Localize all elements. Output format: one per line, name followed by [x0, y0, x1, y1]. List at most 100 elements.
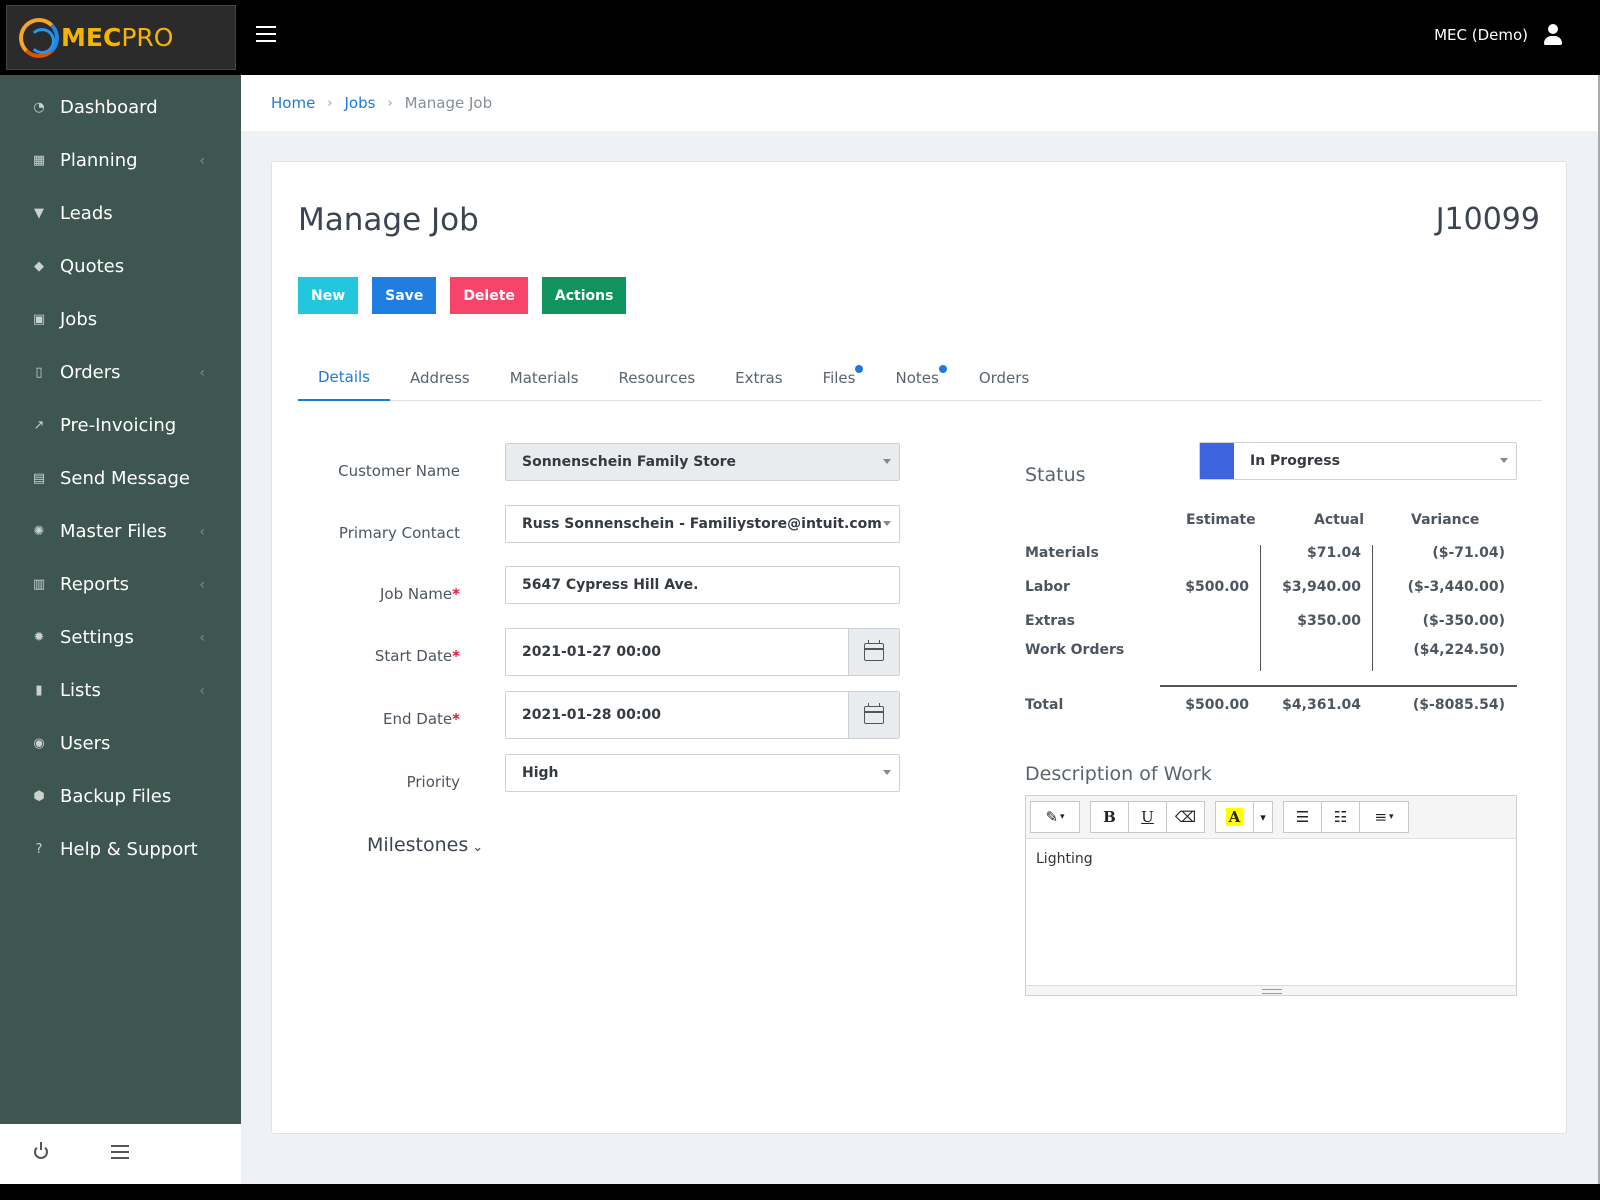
cost-variance: ($-350.00)	[1422, 613, 1505, 629]
clipboard-icon: ▯	[35, 365, 43, 380]
cost-name: Labor	[1025, 579, 1070, 595]
power-icon[interactable]	[34, 1142, 48, 1159]
priority-label: Priority	[406, 773, 460, 791]
tab-details[interactable]: Details	[298, 355, 391, 401]
tab-address[interactable]: Address	[390, 355, 490, 401]
sidebar-item-pre-invoicing[interactable]: ↗ Pre-Invoicing	[0, 399, 241, 452]
tab-label: Resources	[618, 369, 696, 387]
gear-icon: ✹	[33, 630, 45, 645]
user-circle-icon: ◉	[33, 736, 45, 751]
description-text-area[interactable]: Lighting	[1026, 839, 1516, 985]
required-mark: *	[452, 710, 460, 728]
milestones-toggle[interactable]: Milestones ⌄	[367, 834, 483, 856]
sidebar-item-backup-files[interactable]: ⬢ Backup Files	[0, 770, 241, 823]
start-date-calendar-button[interactable]	[848, 629, 899, 675]
resize-handle[interactable]	[1026, 985, 1516, 995]
numbered-list-icon: ☷	[1333, 808, 1348, 826]
end-date-calendar-button[interactable]	[848, 692, 899, 738]
customer-name-select[interactable]: Sonnenschein Family Store	[505, 443, 900, 481]
sidebar-item-leads[interactable]: ▼ Leads	[0, 187, 241, 240]
sidebar-item-label: Quotes	[60, 256, 125, 277]
sidebar-item-users[interactable]: ◉ Users	[0, 717, 241, 770]
cost-row: Labor $500.00 $3,940.00 ($-3,440.00)	[1025, 579, 1517, 599]
tab-resources[interactable]: Resources	[599, 355, 716, 401]
user-name: MEC (Demo)	[1434, 26, 1528, 44]
description-label: Description of Work	[1025, 763, 1212, 785]
caret-down-icon	[883, 521, 891, 526]
tab-files[interactable]: Files	[803, 355, 876, 401]
tab-bar: Details Address Materials Resources Extras Fi…	[298, 355, 1542, 401]
required-mark: *	[452, 647, 460, 665]
cost-actual: $350.00	[1297, 613, 1361, 629]
actions-button[interactable]: Actions	[541, 277, 627, 314]
status-select[interactable]: In Progress	[1199, 442, 1517, 480]
sidebar-item-label: Master Files	[60, 521, 167, 542]
paragraph-align-button[interactable]: ≡ ▾	[1359, 801, 1409, 833]
sidebar-item-label: Users	[60, 733, 111, 754]
menu-toggle-icon[interactable]	[256, 26, 276, 44]
shield-icon: ⬢	[33, 789, 45, 804]
breadcrumb-jobs[interactable]: Jobs	[345, 94, 376, 112]
end-date-value: 2021-01-28 00:00	[522, 707, 661, 723]
sidebar-item-label: Lists	[60, 680, 101, 701]
caret-down-icon	[883, 770, 891, 775]
breadcrumb-separator: ›	[327, 95, 333, 111]
delete-button[interactable]: Delete	[450, 277, 528, 314]
tab-label: Notes	[895, 369, 939, 387]
sidebar-item-label: Settings	[60, 627, 134, 648]
total-row: Total $500.00 $4,361.04 ($-8085.54)	[1025, 697, 1517, 717]
new-button[interactable]: New	[298, 277, 359, 314]
chevron-down-icon: ⌄	[472, 840, 484, 855]
sidebar-item-quotes[interactable]: ◆ Quotes	[0, 240, 241, 293]
question-icon: ?	[35, 842, 43, 857]
primary-contact-label: Primary Contact	[338, 524, 460, 542]
status-color-swatch	[1200, 443, 1234, 479]
sidebar-item-lists[interactable]: ▮ Lists ‹	[0, 664, 241, 717]
sidebar-item-label: Dashboard	[60, 97, 158, 118]
color-dropdown-button[interactable]: ▾	[1253, 801, 1273, 833]
main-content: Home › Jobs › Manage Job Manage Job J100…	[241, 75, 1600, 1184]
user-icon[interactable]	[1542, 24, 1564, 46]
status-value: In Progress	[1250, 453, 1340, 469]
primary-contact-select[interactable]: Russ Sonnenschein - Familiystore@intuit.…	[505, 505, 900, 543]
column-divider	[1260, 545, 1261, 671]
underline-button[interactable]: U	[1128, 801, 1167, 833]
tab-notes[interactable]: Notes	[875, 355, 958, 401]
description-editor: ✎ ▾ B U ⌫ A ▾ ☰ ☷ ≡ ▾ Lighting	[1025, 795, 1517, 996]
sidebar-item-dashboard[interactable]: ◔ Dashboard	[0, 81, 241, 134]
bullet-list-button[interactable]: ☰	[1283, 801, 1322, 833]
tab-orders[interactable]: Orders	[959, 355, 1049, 401]
save-button[interactable]: Save	[372, 277, 437, 314]
brand-logo[interactable]: MECPRO	[6, 5, 236, 70]
magic-style-button[interactable]: ✎ ▾	[1030, 801, 1080, 833]
sidebar-item-reports[interactable]: ▥ Reports ‹	[0, 558, 241, 611]
end-date-input[interactable]: 2021-01-28 00:00	[505, 691, 900, 739]
priority-value: High	[522, 765, 559, 781]
user-menu[interactable]: MEC (Demo)	[1434, 24, 1564, 46]
job-name-input[interactable]: 5647 Cypress Hill Ave.	[505, 566, 900, 604]
calendar-icon	[864, 640, 884, 661]
sidebar-item-jobs[interactable]: ▣ Jobs	[0, 293, 241, 346]
sidebar-item-master-files[interactable]: ✺ Master Files ‹	[0, 505, 241, 558]
align-icon: ≡	[1374, 808, 1388, 826]
caret-down-icon: ▾	[1260, 810, 1266, 824]
tab-extras[interactable]: Extras	[715, 355, 802, 401]
sidebar-item-planning[interactable]: ▦ Planning ‹	[0, 134, 241, 187]
breadcrumb-home[interactable]: Home	[271, 94, 315, 112]
sidebar-item-settings[interactable]: ✹ Settings ‹	[0, 611, 241, 664]
eraser-button[interactable]: ⌫	[1166, 801, 1205, 833]
message-icon: ▤	[32, 471, 46, 486]
cost-name: Materials	[1025, 545, 1099, 561]
numbered-list-button[interactable]: ☷	[1321, 801, 1360, 833]
sidebar-item-orders[interactable]: ▯ Orders ‹	[0, 346, 241, 399]
start-date-input[interactable]: 2021-01-27 00:00	[505, 628, 900, 676]
menu-icon[interactable]	[111, 1145, 129, 1163]
chevron-left-icon: ‹	[199, 682, 205, 699]
actual-header: Actual	[1314, 512, 1365, 528]
tab-materials[interactable]: Materials	[490, 355, 599, 401]
sidebar-item-send-message[interactable]: ▤ Send Message	[0, 452, 241, 505]
text-color-button[interactable]: A	[1215, 801, 1254, 833]
bold-button[interactable]: B	[1090, 801, 1129, 833]
sidebar-item-help-support[interactable]: ? Help & Support	[0, 823, 241, 876]
priority-select[interactable]: High	[505, 754, 900, 792]
